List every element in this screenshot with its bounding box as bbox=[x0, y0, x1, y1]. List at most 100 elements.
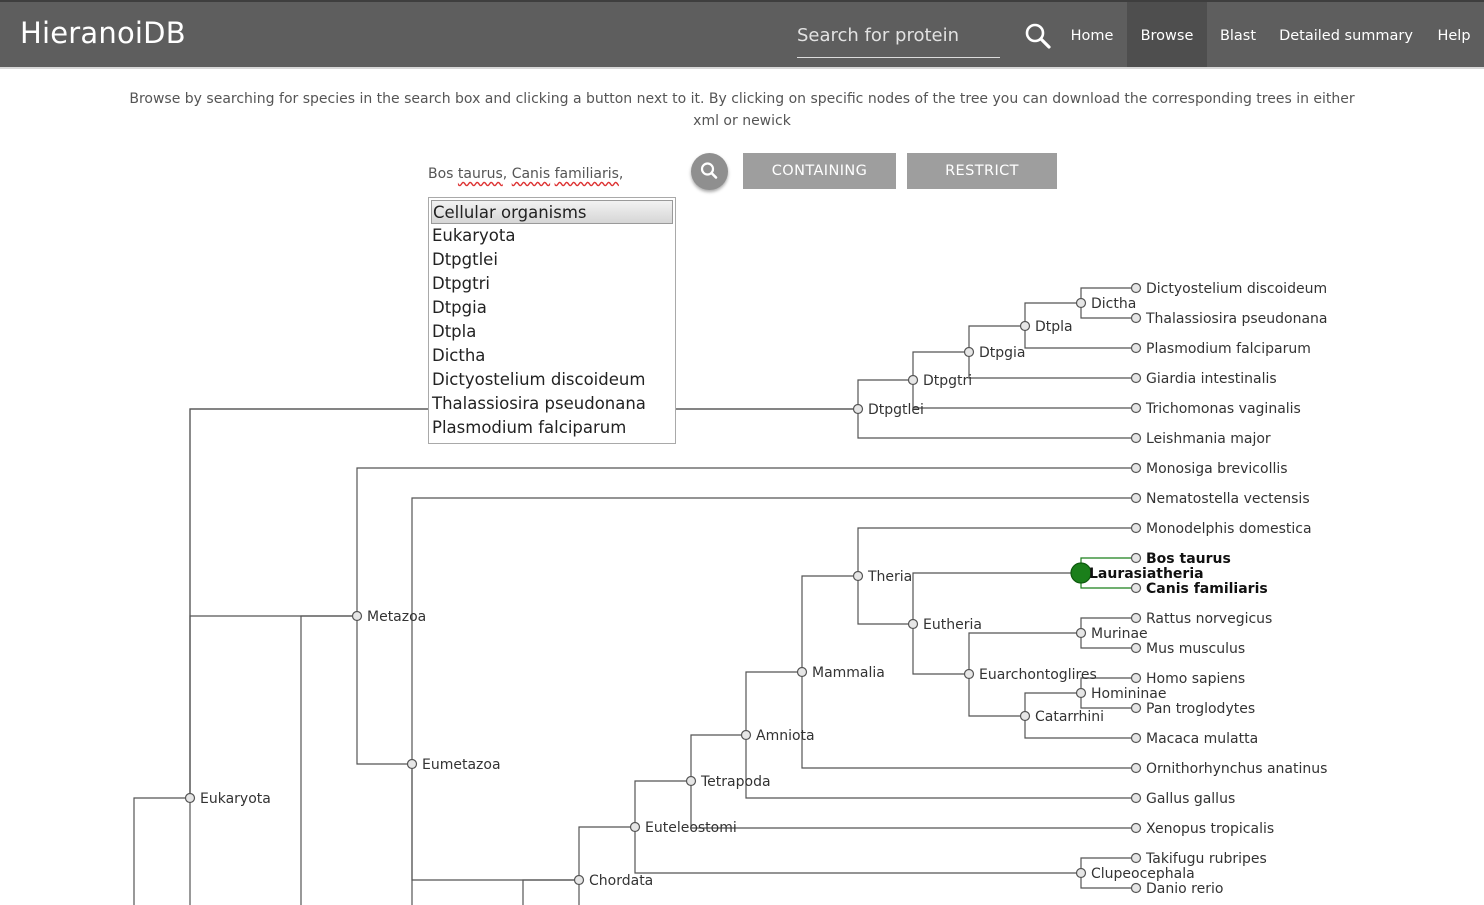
leaf-label: Ornithorhynchus anatinus bbox=[1146, 761, 1327, 777]
leaf-node[interactable] bbox=[1130, 762, 1142, 774]
nav-help[interactable]: Help bbox=[1424, 2, 1484, 67]
listbox-option[interactable]: Cellular organisms bbox=[431, 200, 673, 224]
leaf-label: Plasmodium falciparum bbox=[1146, 341, 1311, 357]
internal-node[interactable] bbox=[1019, 320, 1031, 332]
species-search-button[interactable] bbox=[691, 153, 728, 190]
node-label: Dtpla bbox=[1035, 319, 1073, 335]
leaf-label: Xenopus tropicalis bbox=[1146, 821, 1274, 837]
listbox-option[interactable]: Plasmodium falciparum bbox=[429, 416, 675, 440]
protein-search-field bbox=[797, 19, 1000, 58]
internal-node[interactable] bbox=[963, 346, 975, 358]
internal-node[interactable] bbox=[796, 666, 808, 678]
internal-node[interactable] bbox=[907, 618, 919, 630]
nav-home[interactable]: Home bbox=[1058, 2, 1126, 67]
leaf-label: Giardia intestinalis bbox=[1146, 371, 1277, 387]
leaf-label: Danio rerio bbox=[1146, 881, 1223, 897]
internal-node[interactable] bbox=[1070, 562, 1092, 584]
internal-node[interactable] bbox=[685, 775, 697, 787]
leaf-label: Leishmania major bbox=[1146, 431, 1271, 447]
leaf-node[interactable] bbox=[1130, 492, 1142, 504]
leaf-node[interactable] bbox=[1130, 732, 1142, 744]
internal-node[interactable] bbox=[629, 821, 641, 833]
internal-node[interactable] bbox=[852, 570, 864, 582]
nav-browse[interactable]: Browse bbox=[1127, 2, 1207, 67]
tree-branch bbox=[411, 764, 579, 881]
leaf-node[interactable] bbox=[1130, 552, 1142, 564]
restrict-button[interactable]: RESTRICT bbox=[907, 153, 1057, 189]
leaf-node[interactable] bbox=[1130, 642, 1142, 654]
tree-branch bbox=[300, 615, 357, 905]
tree-branch bbox=[745, 735, 1136, 799]
internal-node[interactable] bbox=[852, 403, 864, 415]
leaf-label: Mus musculus bbox=[1146, 641, 1245, 657]
leaf-node[interactable] bbox=[1130, 282, 1142, 294]
species-token-epithet: taurus bbox=[457, 166, 503, 182]
leaf-label: Canis familiaris bbox=[1146, 581, 1268, 597]
internal-node[interactable] bbox=[907, 374, 919, 386]
node-label: Laurasiatheria bbox=[1089, 566, 1204, 582]
internal-node[interactable] bbox=[1075, 627, 1087, 639]
internal-node[interactable] bbox=[1075, 687, 1087, 699]
leaf-node[interactable] bbox=[1130, 402, 1142, 414]
leaf-label: Monodelphis domestica bbox=[1146, 521, 1312, 537]
listbox-option[interactable]: Thalassiosira pseudonana bbox=[429, 392, 675, 416]
node-label: Dtpgia bbox=[979, 345, 1026, 361]
leaf-node[interactable] bbox=[1130, 372, 1142, 384]
leaf-node[interactable] bbox=[1130, 432, 1142, 444]
tree-branch bbox=[356, 467, 1136, 616]
leaf-node[interactable] bbox=[1130, 792, 1142, 804]
leaf-node[interactable] bbox=[1130, 882, 1142, 894]
leaf-node[interactable] bbox=[1130, 342, 1142, 354]
internal-node[interactable] bbox=[1075, 297, 1087, 309]
tree-branch bbox=[189, 615, 357, 798]
brand-logo[interactable]: HieranoiDB bbox=[20, 16, 186, 50]
internal-node[interactable] bbox=[1075, 867, 1087, 879]
node-label: Dtpgtri bbox=[923, 373, 972, 389]
containing-button[interactable]: CONTAINING bbox=[743, 153, 896, 189]
node-label: Theria bbox=[867, 569, 912, 585]
nav-detailed-summary[interactable]: Detailed summary bbox=[1270, 2, 1422, 67]
listbox-option[interactable]: Dtpgia bbox=[429, 296, 675, 320]
leaf-label: Monosiga brevicollis bbox=[1146, 461, 1288, 477]
node-label: Euteleostomi bbox=[645, 820, 737, 836]
leaf-label: Bos taurus bbox=[1146, 551, 1231, 567]
leaf-label: Takifugu rubripes bbox=[1145, 851, 1267, 867]
species-token-genus: Bos bbox=[428, 166, 458, 182]
listbox-option[interactable]: Dictha bbox=[429, 344, 675, 368]
internal-node[interactable] bbox=[740, 729, 752, 741]
leaf-label: Pan troglodytes bbox=[1146, 701, 1255, 717]
listbox-option[interactable]: Dtpla bbox=[429, 320, 675, 344]
internal-node[interactable] bbox=[406, 758, 418, 770]
listbox-option[interactable]: Eukaryota bbox=[429, 224, 675, 248]
node-label: Murinae bbox=[1091, 626, 1148, 642]
leaf-node[interactable] bbox=[1130, 612, 1142, 624]
leaf-node[interactable] bbox=[1130, 582, 1142, 594]
internal-node[interactable] bbox=[1019, 710, 1031, 722]
node-label: Eukaryota bbox=[200, 791, 271, 807]
leaf-node[interactable] bbox=[1130, 522, 1142, 534]
node-label: Metazoa bbox=[367, 609, 426, 625]
protein-search-input[interactable] bbox=[797, 19, 997, 51]
internal-node[interactable] bbox=[963, 668, 975, 680]
leaf-node[interactable] bbox=[1130, 312, 1142, 324]
listbox-option[interactable]: Dtpgtri bbox=[429, 272, 675, 296]
leaf-node[interactable] bbox=[1130, 462, 1142, 474]
leaf-label: Thalassiosira pseudonana bbox=[1145, 311, 1328, 327]
tree-branch bbox=[745, 671, 802, 735]
leaf-node[interactable] bbox=[1130, 852, 1142, 864]
internal-node[interactable] bbox=[351, 610, 363, 622]
leaf-label: Nematostella vectensis bbox=[1146, 491, 1310, 507]
nav-blast[interactable]: Blast bbox=[1207, 2, 1269, 67]
node-label: Eutheria bbox=[923, 617, 982, 633]
listbox-option[interactable]: Dictyostelium discoideum bbox=[429, 368, 675, 392]
leaf-node[interactable] bbox=[1130, 702, 1142, 714]
leaf-node[interactable] bbox=[1130, 822, 1142, 834]
taxon-listbox[interactable]: Cellular organisms Eukaryota Dtpgtlei Dtpgt… bbox=[428, 197, 676, 444]
internal-node[interactable] bbox=[573, 874, 585, 886]
leaf-node[interactable] bbox=[1130, 672, 1142, 684]
species-search-input[interactable]: Bos taurus, Canis familiaris, bbox=[428, 166, 623, 182]
internal-node[interactable] bbox=[184, 792, 196, 804]
species-token-genus: Canis bbox=[511, 166, 551, 182]
search-icon[interactable] bbox=[1022, 20, 1054, 52]
listbox-option[interactable]: Dtpgtlei bbox=[429, 248, 675, 272]
